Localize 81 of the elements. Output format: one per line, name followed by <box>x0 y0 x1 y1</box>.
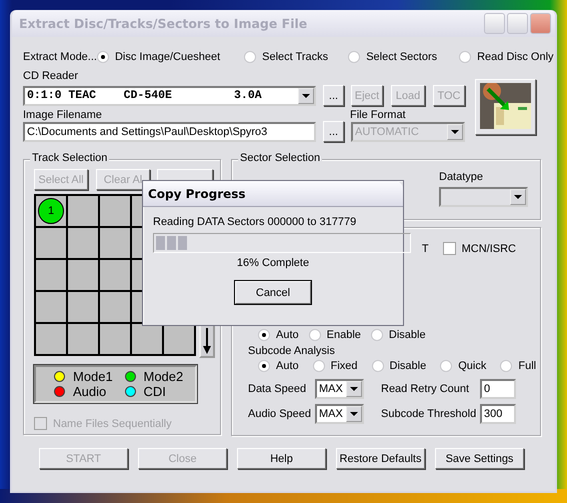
browse-button[interactable]: ... <box>323 121 344 142</box>
radio-label: Auto <box>276 329 299 341</box>
extract-mode-label: Extract Mode... <box>23 51 97 63</box>
checkbox[interactable] <box>442 242 456 255</box>
legend-label: CDI <box>144 384 166 399</box>
radio-label: Enable <box>326 329 361 341</box>
image-filename-label: Image Filename <box>23 109 103 121</box>
radio-button[interactable] <box>459 51 472 63</box>
track-cell[interactable] <box>68 260 98 290</box>
legend-label: Mode1 <box>73 369 113 384</box>
scroll-down-button[interactable] <box>199 324 215 358</box>
legend-label: Audio <box>73 384 106 399</box>
radio-label: Select Tracks <box>262 51 328 63</box>
checkbox-label: MCN/ISRC <box>462 242 516 254</box>
action-button[interactable]: Save Settings <box>435 448 524 469</box>
radio-button[interactable] <box>96 51 109 63</box>
close-button[interactable] <box>530 13 551 34</box>
track-cell[interactable] <box>132 324 162 354</box>
track-cell[interactable] <box>100 260 130 290</box>
radio-button[interactable] <box>258 360 270 372</box>
browse-button[interactable]: ... <box>323 85 344 106</box>
track-cell[interactable] <box>100 292 130 322</box>
cd-reader-dropdown[interactable]: 0:1:0 TEAC CD-540E 3.0A <box>23 86 316 106</box>
action-button[interactable]: Help <box>237 448 326 469</box>
progress-percent: 16% Complete <box>236 257 310 269</box>
track-cell[interactable] <box>68 196 98 226</box>
radio-label: Disable <box>388 329 426 341</box>
radio-button[interactable] <box>370 329 383 341</box>
subcode-threshold-label: Subcode Threshold <box>381 408 478 420</box>
cancel-button[interactable]: Cancel <box>235 281 311 304</box>
track-cell[interactable] <box>100 324 130 354</box>
retry-count-label: Read Retry Count <box>381 383 470 395</box>
subcode-threshold-field[interactable]: 300 <box>480 404 516 424</box>
checkbox-label: Name Files Sequentially <box>53 418 172 430</box>
radio-button[interactable] <box>258 329 270 341</box>
legend-label: Mode2 <box>144 369 184 384</box>
radio-label: Read Disc Only <box>477 51 554 63</box>
cd-reader-label: CD Reader <box>23 70 80 84</box>
image-button[interactable] <box>475 79 536 135</box>
datatype-label: Datatype <box>439 171 484 185</box>
track-cell[interactable] <box>68 228 98 258</box>
subcode-analysis-label: Subcode Analysis <box>248 345 336 357</box>
radio-label: Fixed <box>330 360 358 372</box>
track-cell[interactable] <box>100 196 130 226</box>
radio-button[interactable] <box>308 329 321 341</box>
maximize-button[interactable] <box>507 13 528 34</box>
track-cell[interactable] <box>164 324 194 354</box>
track-cell[interactable] <box>36 324 66 354</box>
track-cell[interactable] <box>100 228 130 258</box>
radio-label: Auto <box>276 360 299 372</box>
option-label: T <box>422 242 429 254</box>
dialog-title: Copy Progress <box>143 181 403 207</box>
radio-button[interactable] <box>244 51 256 63</box>
radio-button[interactable] <box>312 360 325 372</box>
progress-message: Reading DATA Sectors 000000 to 317779 <box>153 216 358 228</box>
track-cell[interactable] <box>36 260 66 290</box>
group-title: Track Selection <box>30 152 110 164</box>
radio-label: Full <box>518 360 536 372</box>
audio-speed-label: Audio Speed <box>248 408 312 420</box>
track-cell[interactable] <box>36 228 66 258</box>
file-format-label: File Format <box>350 109 406 121</box>
audio-speed-dropdown[interactable]: MAX <box>315 404 364 424</box>
radio-label: Select Sectors <box>366 51 438 63</box>
radio-button[interactable] <box>372 360 384 372</box>
track-cell[interactable] <box>36 292 66 322</box>
data-speed-label: Data Speed <box>248 383 308 395</box>
radio-button[interactable] <box>500 360 512 372</box>
radio-button[interactable] <box>348 51 360 63</box>
minimize-button[interactable] <box>484 13 505 34</box>
retry-count-field[interactable]: 0 <box>480 379 516 399</box>
filename-field[interactable]: C:\Documents and Settings\Paul\Desktop\Spyro3 <box>23 122 316 142</box>
data-speed-dropdown[interactable]: MAX <box>315 379 364 399</box>
action-button[interactable]: Restore Defaults <box>336 448 425 469</box>
radio-button[interactable] <box>440 360 452 372</box>
radio-label: Disable <box>390 360 426 372</box>
track-cell[interactable] <box>68 324 98 354</box>
group-title: Sector Selection <box>238 152 322 164</box>
window-title: Extract Disc/Tracks/Sectors to Image File <box>19 16 308 31</box>
radio-label: Disc Image/Cuesheet <box>114 51 220 63</box>
radio-label: Quick <box>458 360 486 372</box>
track-cell[interactable] <box>68 292 98 322</box>
